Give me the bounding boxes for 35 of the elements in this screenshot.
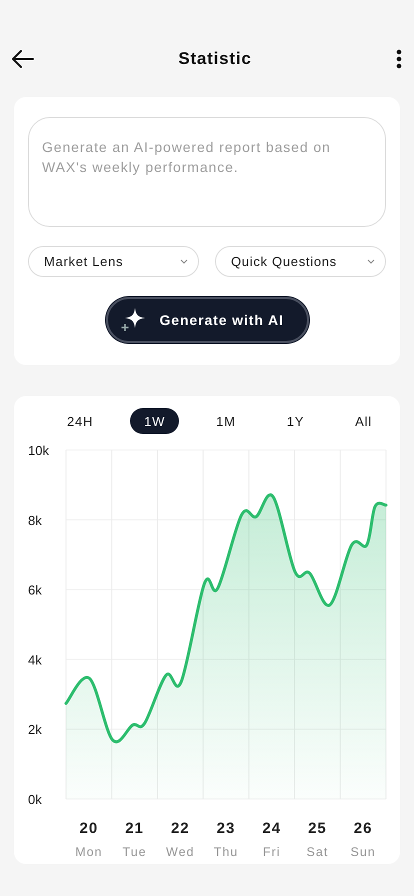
- date-label: 22: [170, 820, 190, 837]
- date-label: 24: [262, 820, 282, 837]
- back-arrow-icon[interactable]: [12, 50, 34, 68]
- more-options-icon[interactable]: [396, 48, 402, 68]
- weekday-label: Wed: [166, 845, 195, 859]
- date-label: 20: [80, 820, 98, 837]
- page-title: Statistic: [178, 48, 252, 68]
- date-label: 26: [354, 820, 372, 837]
- weekday-label: Fri: [262, 845, 280, 859]
- range-tab[interactable]: 24H: [53, 408, 108, 434]
- generate-button[interactable]: Generate with AI: [106, 297, 308, 343]
- dropdown[interactable]: Market Lens: [28, 246, 199, 277]
- sparkle-icon: [120, 307, 146, 333]
- y-axis-label: 10k: [28, 443, 49, 458]
- y-axis-label: 2k: [28, 722, 42, 738]
- weekday-label: Sun: [350, 845, 376, 859]
- weekday-label: Tue: [122, 845, 147, 859]
- range-tab[interactable]: All: [341, 408, 386, 434]
- chevron-down-icon: [180, 259, 188, 264]
- y-axis-label: 0k: [28, 792, 42, 807]
- date-label: 25: [308, 820, 327, 837]
- prompt-field[interactable]: Generate an AI-powered report based on WAX's weekly performance.: [28, 117, 386, 227]
- y-axis-label: 6k: [28, 582, 42, 598]
- chevron-down-icon: [367, 259, 375, 264]
- range-tab[interactable]: 1W: [130, 408, 180, 434]
- date-label: 21: [125, 820, 144, 837]
- dropdown[interactable]: Quick Questions: [215, 246, 386, 277]
- y-axis-label: 8k: [28, 512, 42, 528]
- range-tab[interactable]: 1M: [202, 408, 250, 434]
- y-axis-label: 4k: [28, 652, 42, 668]
- date-label: 23: [216, 820, 236, 837]
- weekday-label: Mon: [75, 845, 103, 859]
- weekday-label: Sat: [306, 845, 328, 859]
- range-tab[interactable]: 1Y: [272, 408, 318, 434]
- weekday-label: Thu: [214, 845, 238, 859]
